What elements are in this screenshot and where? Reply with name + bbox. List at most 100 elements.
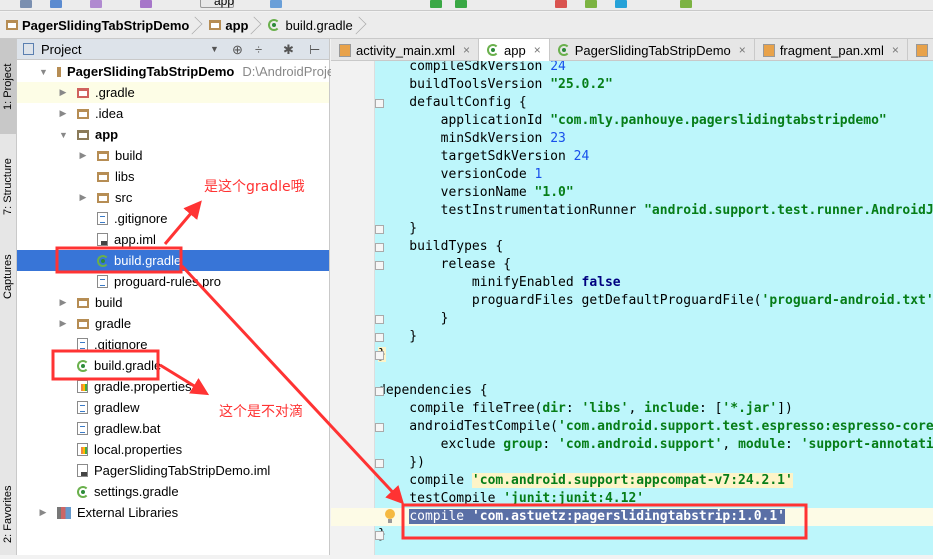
tree-item[interactable]: gradle.properties bbox=[17, 376, 329, 397]
tree-item[interactable]: build.gradle bbox=[17, 250, 329, 271]
breadcrumb-app[interactable]: app bbox=[203, 12, 262, 39]
editor-tab-overflow[interactable] bbox=[908, 39, 933, 61]
code-token: 'com.android.support' bbox=[558, 437, 723, 452]
lightbulb-icon[interactable] bbox=[384, 508, 396, 524]
close-icon[interactable]: × bbox=[463, 43, 470, 57]
code-token: include bbox=[644, 401, 699, 416]
sync-icon[interactable] bbox=[50, 0, 62, 8]
fold-icon[interactable] bbox=[375, 333, 384, 342]
avd-icon[interactable] bbox=[585, 0, 597, 8]
tool-tab-captures[interactable]: Captures bbox=[0, 239, 16, 314]
sdk-sync-icon[interactable] bbox=[615, 0, 627, 8]
expand-closed-icon[interactable]: ▶ bbox=[59, 108, 67, 119]
tree-item[interactable]: ▶ .gradle bbox=[17, 82, 329, 103]
expand-closed-icon[interactable]: ▶ bbox=[59, 318, 67, 329]
expand-closed-icon[interactable]: ▶ bbox=[59, 297, 67, 308]
folder-icon bbox=[6, 20, 18, 30]
tree-item-label: .idea bbox=[95, 106, 124, 121]
tool-tab-structure[interactable]: 7: Structure bbox=[0, 139, 16, 234]
folder-icon bbox=[77, 129, 89, 140]
undo-icon[interactable] bbox=[90, 0, 102, 8]
android-monitor-icon[interactable] bbox=[680, 0, 692, 8]
tree-item[interactable]: ▶ External Libraries bbox=[17, 502, 329, 523]
folder-icon bbox=[97, 171, 109, 182]
fold-icon[interactable] bbox=[375, 261, 384, 270]
fold-icon[interactable] bbox=[375, 423, 384, 432]
tool-tab-project[interactable]: 1: Project bbox=[0, 39, 16, 134]
tree-item[interactable]: ▶ .idea bbox=[17, 103, 329, 124]
scroll-from-source-icon[interactable]: ⊕ bbox=[232, 42, 243, 58]
fold-icon[interactable] bbox=[375, 531, 384, 540]
tree-item[interactable]: local.properties bbox=[17, 439, 329, 460]
tree-item[interactable]: app.iml bbox=[17, 229, 329, 250]
code-token: 23 bbox=[550, 131, 566, 146]
expand-closed-icon[interactable]: ▶ bbox=[79, 192, 87, 203]
debug-icon[interactable] bbox=[455, 0, 467, 8]
tree-item[interactable]: PagerSlidingTabStripDemo.iml bbox=[17, 460, 329, 481]
fold-icon[interactable] bbox=[375, 225, 384, 234]
fold-icon[interactable] bbox=[375, 387, 384, 396]
breadcrumb-file[interactable]: build.gradle bbox=[262, 12, 366, 39]
tree-item-label: .gitignore bbox=[114, 211, 168, 226]
code-line: compile 'com.android.support:appcompat-v… bbox=[378, 472, 793, 490]
folder-icon bbox=[77, 318, 89, 329]
chevron-down-icon[interactable]: ▼ bbox=[210, 44, 219, 54]
tree-item-label: app bbox=[95, 127, 119, 142]
run-icon[interactable] bbox=[430, 0, 442, 8]
tree-item-label: .gradle bbox=[95, 85, 135, 100]
stop-icon[interactable] bbox=[555, 0, 567, 8]
tree-item-label: proguard-rules.pro bbox=[114, 274, 221, 289]
close-icon[interactable]: × bbox=[892, 43, 899, 57]
tree-item[interactable]: settings.gradle bbox=[17, 481, 329, 502]
tree-item[interactable]: proguard-rules.pro bbox=[17, 271, 329, 292]
code-line: release { bbox=[378, 256, 511, 274]
fold-icon[interactable] bbox=[375, 99, 384, 108]
editor-tab[interactable]: app × bbox=[478, 39, 550, 61]
expand-closed-icon[interactable]: ▶ bbox=[39, 507, 47, 518]
fold-icon[interactable] bbox=[375, 243, 384, 252]
iml-file-icon bbox=[77, 464, 88, 477]
tree-item[interactable]: ▼ PagerSlidingTabStripDemo D:\AndroidProje… bbox=[17, 61, 341, 82]
collapse-all-icon[interactable]: ÷ bbox=[255, 42, 262, 57]
tree-item[interactable]: ▶ gradle bbox=[17, 313, 329, 334]
expand-open-icon[interactable]: ▼ bbox=[59, 130, 68, 140]
code-token: dependencies { bbox=[378, 383, 488, 398]
fold-icon[interactable] bbox=[375, 351, 384, 360]
code-editor[interactable]: compileSdkVersion 24 buildToolsVersion "… bbox=[331, 61, 933, 555]
tree-item-label: build.gradle bbox=[94, 358, 162, 373]
code-token: 24 bbox=[550, 61, 566, 74]
fold-icon[interactable] bbox=[375, 459, 384, 468]
tree-item[interactable]: .gitignore bbox=[17, 334, 329, 355]
cut-icon[interactable] bbox=[140, 0, 152, 8]
code-line: buildToolsVersion "25.0.2" bbox=[378, 76, 613, 94]
tree-item[interactable]: ▶ build bbox=[17, 145, 329, 166]
gear-icon[interactable]: ✱ bbox=[283, 42, 294, 58]
code-line: testCompile 'junit:junit:4.12' bbox=[378, 490, 644, 508]
tree-item[interactable]: ▼ app bbox=[17, 124, 329, 145]
tree-item[interactable]: gradlew.bat bbox=[17, 418, 329, 439]
tree-item[interactable]: ▶ build bbox=[17, 292, 329, 313]
expand-closed-icon[interactable]: ▶ bbox=[79, 150, 87, 161]
close-icon[interactable]: × bbox=[534, 43, 541, 57]
code-token: compile bbox=[409, 509, 472, 524]
editor-tab[interactable]: PagerSlidingTabStripDemo × bbox=[550, 39, 755, 61]
code-token: module bbox=[738, 437, 786, 452]
fold-icon[interactable] bbox=[375, 315, 384, 324]
tree-item[interactable]: build.gradle bbox=[17, 355, 329, 376]
project-view-select[interactable]: Project bbox=[41, 42, 81, 57]
tool-tab-favorites[interactable]: 2: Favorites bbox=[0, 469, 16, 559]
back-icon[interactable] bbox=[270, 0, 282, 8]
hide-panel-icon[interactable]: ⊢ bbox=[309, 42, 320, 58]
expand-open-icon[interactable]: ▼ bbox=[39, 67, 48, 77]
folder-icon bbox=[77, 87, 89, 98]
run-config-select[interactable]: app bbox=[200, 0, 234, 8]
editor-tab[interactable]: activity_main.xml × bbox=[331, 39, 479, 61]
code-line: versionName "1.0" bbox=[378, 184, 574, 202]
save-icon[interactable] bbox=[20, 0, 32, 8]
code-line: applicationId "com.mly.panhouye.pagersli… bbox=[378, 112, 887, 130]
breadcrumb-project[interactable]: PagerSlidingTabStripDemo bbox=[0, 12, 203, 39]
tree-item[interactable]: .gitignore bbox=[17, 208, 329, 229]
close-icon[interactable]: × bbox=[739, 43, 746, 57]
editor-tab[interactable]: fragment_pan.xml × bbox=[755, 39, 908, 61]
expand-closed-icon[interactable]: ▶ bbox=[59, 87, 67, 98]
